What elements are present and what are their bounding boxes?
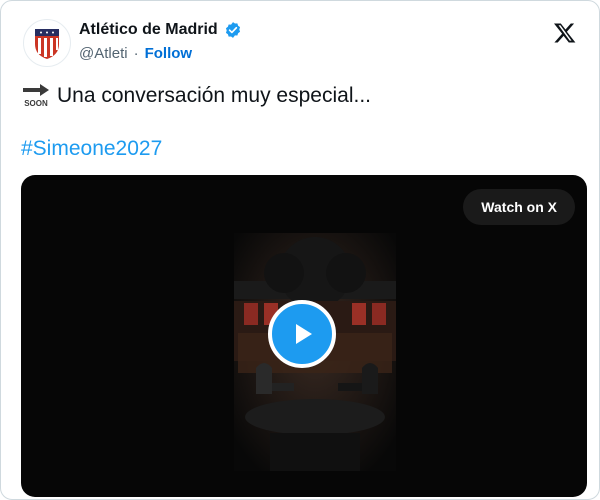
account-name[interactable]: Atlético de Madrid xyxy=(79,21,218,39)
svg-text:SOON: SOON xyxy=(24,99,48,108)
x-logo-icon[interactable] xyxy=(553,21,577,45)
hashtag-link[interactable]: #Simeone2027 xyxy=(21,137,162,161)
name-row: Atlético de Madrid xyxy=(79,21,242,39)
account-handle[interactable]: @Atleti xyxy=(79,45,128,62)
tweet-header: Atlético de Madrid @Atleti · Follow xyxy=(23,17,581,69)
separator: · xyxy=(133,45,139,62)
avatar[interactable] xyxy=(23,19,71,67)
video-media[interactable]: Watch on X xyxy=(21,175,587,497)
follow-link[interactable]: Follow xyxy=(145,45,193,62)
tweet-card: Atlético de Madrid @Atleti · Follow SOON… xyxy=(0,0,600,500)
watch-on-x-label: Watch on X xyxy=(481,199,557,215)
verified-badge-icon xyxy=(225,22,240,38)
soon-arrow-emoji: SOON xyxy=(23,84,49,108)
tweet-text-content: Una conversación muy especial... xyxy=(57,84,371,107)
play-button[interactable] xyxy=(268,300,336,368)
handle-row: @Atleti · Follow xyxy=(79,45,192,62)
play-icon xyxy=(296,324,312,344)
atletico-crest-icon xyxy=(35,29,59,59)
tweet-text: SOON Una conversación muy especial... xyxy=(21,81,579,111)
watch-on-x-button[interactable]: Watch on X xyxy=(463,189,575,225)
